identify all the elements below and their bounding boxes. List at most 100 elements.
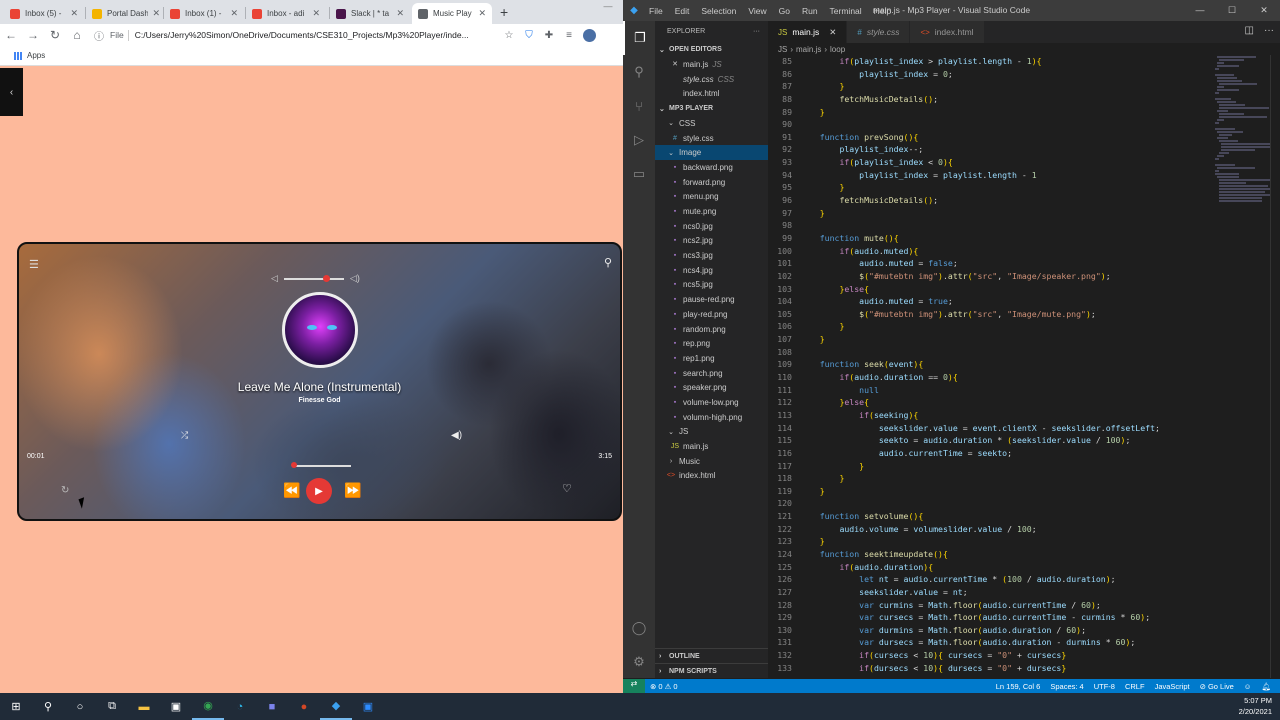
- folder-item[interactable]: › Music: [655, 454, 768, 469]
- file-item[interactable]: ▪ menu.png: [655, 190, 768, 205]
- menu-selection[interactable]: Selection: [695, 6, 742, 16]
- media-queue-icon[interactable]: ≡: [559, 30, 579, 41]
- file-item[interactable]: ▪ volume-low.png: [655, 395, 768, 410]
- project-header[interactable]: ⌄ MP3 PLAYER: [655, 101, 768, 116]
- menu-go[interactable]: Go: [773, 6, 796, 16]
- file-item[interactable]: ▪ speaker.png: [655, 380, 768, 395]
- zoom-icon[interactable]: ▣: [352, 693, 384, 720]
- shield-extension-icon[interactable]: ⛉: [519, 30, 539, 41]
- new-tab-button[interactable]: +: [500, 4, 508, 20]
- search-icon[interactable]: ⚲: [623, 55, 655, 89]
- open-editor-item[interactable]: index.html: [655, 86, 768, 101]
- star-icon[interactable]: ☆: [499, 30, 519, 41]
- browser-tab[interactable]: Slack | * ta ✕: [330, 3, 410, 24]
- collapsed-panel-toggle[interactable]: ‹: [0, 68, 23, 116]
- tab-style-css[interactable]: # style.css: [847, 21, 911, 43]
- breadcrumb-item[interactable]: JS: [778, 45, 787, 54]
- teams-icon[interactable]: ■: [256, 693, 288, 720]
- go-live-button[interactable]: ⊘ Go Live: [1195, 682, 1239, 691]
- speaker-icon[interactable]: ◀): [451, 430, 462, 441]
- browser-tab[interactable]: Portal Dash ✕: [86, 3, 166, 24]
- puzzle-extension-icon[interactable]: ✚: [539, 30, 559, 41]
- feedback-icon[interactable]: ☺: [1239, 682, 1257, 691]
- minimap[interactable]: [1213, 55, 1275, 295]
- file-item[interactable]: ▪ ncs3.jpg: [655, 248, 768, 263]
- menu-edit[interactable]: Edit: [669, 6, 696, 16]
- file-item[interactable]: ▪ backward.png: [655, 160, 768, 175]
- tab-index-html[interactable]: <> index.html: [910, 21, 985, 43]
- volume-low-icon[interactable]: ◁: [271, 273, 278, 284]
- file-item[interactable]: ▪ volumn-high.png: [655, 410, 768, 425]
- previous-button[interactable]: ⏪: [283, 482, 300, 499]
- file-item[interactable]: <> index.html: [655, 469, 768, 484]
- powerpoint-icon[interactable]: ●: [288, 693, 320, 720]
- info-icon[interactable]: ⓘ: [94, 28, 104, 43]
- language-mode[interactable]: JavaScript: [1150, 682, 1195, 691]
- file-item[interactable]: ▪ mute.png: [655, 204, 768, 219]
- windows-start-icon[interactable]: ⊞: [0, 693, 32, 720]
- profile-avatar[interactable]: [583, 28, 596, 42]
- vscode-icon[interactable]: ◆: [320, 693, 352, 720]
- gear-icon[interactable]: ⚙: [623, 645, 655, 679]
- reload-icon[interactable]: ↻: [44, 28, 66, 42]
- vertical-scrollbar[interactable]: [1270, 55, 1280, 678]
- folder-item[interactable]: ⌄ JS: [655, 425, 768, 440]
- file-item[interactable]: ▪ ncs5.jpg: [655, 278, 768, 293]
- heart-icon[interactable]: ♡: [562, 482, 572, 495]
- file-item[interactable]: ▪ random.png: [655, 322, 768, 337]
- play-button[interactable]: ▶: [306, 478, 332, 504]
- chrome-icon[interactable]: ◉: [192, 693, 224, 720]
- search-icon[interactable]: ⚲: [604, 256, 612, 269]
- minimize-icon[interactable]: —: [1184, 0, 1216, 21]
- encoding[interactable]: UTF-8: [1089, 682, 1120, 691]
- browser-tab[interactable]: Music Play ✕: [412, 3, 492, 24]
- file-item[interactable]: ▪ ncs4.jpg: [655, 263, 768, 278]
- bookmark-apps[interactable]: Apps: [27, 51, 45, 60]
- split-editor-icon[interactable]: ◫: [1245, 25, 1254, 36]
- file-item[interactable]: ▪ ncs0.jpg: [655, 219, 768, 234]
- volume-slider-knob[interactable]: [322, 274, 330, 282]
- folder-item[interactable]: ⌄ Image: [655, 145, 768, 161]
- menu-terminal[interactable]: Terminal: [824, 6, 868, 16]
- close-icon[interactable]: ✕: [70, 8, 78, 19]
- volume-high-icon[interactable]: ◁): [350, 273, 360, 284]
- more-actions-icon[interactable]: ···: [753, 28, 760, 35]
- menu-file[interactable]: File: [643, 6, 669, 16]
- cortana-icon[interactable]: ○: [64, 693, 96, 720]
- back-icon[interactable]: ←: [0, 28, 22, 42]
- file-item[interactable]: ▪ ncs2.jpg: [655, 234, 768, 249]
- file-item[interactable]: JS main.js: [655, 439, 768, 454]
- file-item[interactable]: ▪ rep.png: [655, 336, 768, 351]
- search-icon[interactable]: ⚲: [32, 693, 64, 720]
- repeat-icon[interactable]: ↻: [61, 485, 69, 496]
- remote-icon[interactable]: ⇄: [623, 679, 645, 693]
- cursor-position[interactable]: Ln 159, Col 6: [991, 682, 1046, 691]
- remote-explorer-icon[interactable]: ▭: [623, 157, 655, 191]
- close-icon[interactable]: ✕: [1248, 0, 1280, 21]
- line-endings[interactable]: CRLF: [1120, 682, 1150, 691]
- problems-status[interactable]: ⊗ 0 ⚠ 0: [645, 682, 683, 691]
- open-editor-item[interactable]: ✕ main.js JS: [655, 57, 768, 72]
- folder-item[interactable]: ⌄ CSS: [655, 116, 768, 131]
- close-icon[interactable]: ✕: [396, 8, 404, 19]
- source-control-icon[interactable]: ⑂: [623, 89, 655, 123]
- close-icon[interactable]: ✕: [312, 8, 320, 19]
- close-icon[interactable]: ✕: [230, 8, 238, 19]
- file-item[interactable]: ▪ forward.png: [655, 175, 768, 190]
- menu-icon[interactable]: ☰: [29, 258, 39, 271]
- seek-slider[interactable]: [293, 465, 351, 467]
- notifications-icon[interactable]: 🔔︎: [1256, 682, 1276, 691]
- menu-help[interactable]: Help: [868, 6, 897, 16]
- file-item[interactable]: ▪ play-red.png: [655, 307, 768, 322]
- file-item[interactable]: ▪ pause-red.png: [655, 292, 768, 307]
- close-icon[interactable]: ✕: [829, 27, 836, 38]
- npm-scripts-header[interactable]: › NPM SCRIPTS: [655, 663, 768, 678]
- next-button[interactable]: ⏩: [344, 482, 361, 499]
- browser-tab[interactable]: Inbox (1) - ✕: [164, 3, 244, 24]
- open-editors-header[interactable]: ⌄ OPEN EDITORS: [655, 42, 768, 57]
- file-item[interactable]: ▪ rep1.png: [655, 351, 768, 366]
- file-explorer-icon[interactable]: ▬: [128, 693, 160, 720]
- breadcrumb-item[interactable]: loop: [830, 45, 845, 54]
- tab-main-js[interactable]: JS main.js ✕: [768, 21, 848, 43]
- code-view[interactable]: 85 if(playlist_index > playlist.length -…: [768, 55, 1208, 678]
